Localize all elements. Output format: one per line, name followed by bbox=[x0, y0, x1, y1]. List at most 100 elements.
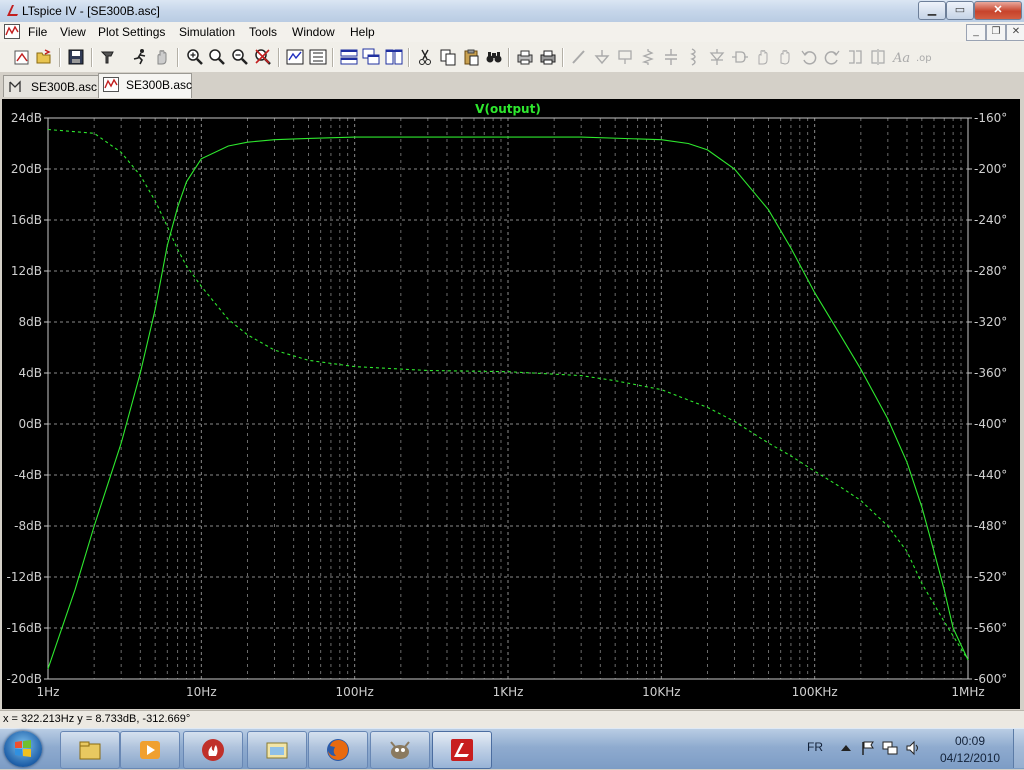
gimp-icon bbox=[390, 741, 410, 759]
clock-date[interactable]: 04/12/2010 bbox=[940, 751, 1000, 765]
open-icon[interactable] bbox=[35, 48, 53, 66]
menu-window[interactable]: Window bbox=[292, 25, 335, 39]
rotate-icon[interactable] bbox=[846, 48, 864, 66]
resistor-icon[interactable] bbox=[639, 48, 657, 66]
grid bbox=[47, 117, 968, 680]
x-tick-label: 1KHz bbox=[493, 685, 524, 699]
tab-waveform[interactable]: SE300B.asc bbox=[98, 73, 192, 98]
volume-icon[interactable] bbox=[905, 740, 921, 756]
zoom-in-icon[interactable] bbox=[186, 48, 204, 66]
taskbar-fire-app[interactable] bbox=[183, 731, 243, 769]
y-right-tick-label: -160° bbox=[974, 111, 1007, 125]
ltspice-logo-icon bbox=[7, 5, 18, 16]
menu-plot-settings[interactable]: Plot Settings bbox=[98, 25, 165, 39]
menu-simulation[interactable]: Simulation bbox=[179, 25, 235, 39]
y-right-tick-label: -200° bbox=[974, 162, 1007, 176]
clock-time[interactable]: 00:09 bbox=[955, 734, 985, 748]
y-left-tick-label: -20dB bbox=[7, 672, 42, 686]
mdi-close-button[interactable]: ✕ bbox=[1006, 24, 1024, 41]
y-left-tick-label: -16dB bbox=[7, 621, 42, 635]
mirror-icon[interactable] bbox=[869, 48, 887, 66]
mdi-minimize-button[interactable]: _ bbox=[966, 24, 986, 41]
cascade-icon[interactable] bbox=[362, 48, 380, 66]
control-panel-icon[interactable] bbox=[99, 48, 117, 66]
ground-icon[interactable] bbox=[593, 48, 611, 66]
paste-icon[interactable] bbox=[462, 48, 480, 66]
x-tick-label: 1Hz bbox=[37, 685, 60, 699]
cut-icon[interactable] bbox=[416, 48, 434, 66]
label-icon[interactable] bbox=[616, 48, 634, 66]
redo-icon[interactable] bbox=[823, 48, 841, 66]
window-minimize-button[interactable]: ▁ bbox=[918, 1, 946, 20]
action-center-flag-icon[interactable] bbox=[860, 740, 876, 756]
window-close-button[interactable]: ✕ bbox=[974, 1, 1022, 20]
start-button[interactable] bbox=[4, 731, 42, 767]
tab-schematic[interactable]: SE300B.asc bbox=[3, 75, 99, 97]
y-right-tick-label: -480° bbox=[974, 519, 1007, 533]
print-icon[interactable] bbox=[539, 48, 557, 66]
svg-text:.op: .op bbox=[916, 53, 932, 64]
control-panel-icon bbox=[266, 742, 288, 759]
spice-directive-icon[interactable]: .op bbox=[915, 48, 933, 66]
firefox-icon bbox=[327, 739, 349, 761]
taskbar-gimp[interactable] bbox=[370, 731, 430, 769]
x-tick-label: 10KHz bbox=[642, 685, 680, 699]
x-tick-label: 100KHz bbox=[792, 685, 838, 699]
svg-text:Aa: Aa bbox=[892, 51, 910, 66]
halt-icon[interactable] bbox=[153, 48, 171, 66]
taskbar-media-player[interactable] bbox=[120, 731, 180, 769]
save-icon[interactable] bbox=[67, 48, 85, 66]
capacitor-icon[interactable] bbox=[662, 48, 680, 66]
text-icon[interactable]: Aa bbox=[892, 48, 910, 66]
component-icon[interactable] bbox=[731, 48, 749, 66]
bode-plot[interactable]: 24dB 20dB 16dB 12dB 8dB 4dB 0dB -4dB -8dB -12dB -1… bbox=[2, 99, 1020, 709]
y-right-tick-label: -600° bbox=[974, 672, 1007, 686]
tab-schematic-label: SE300B.asc bbox=[31, 80, 98, 94]
undo-icon[interactable] bbox=[800, 48, 818, 66]
menu-view[interactable]: View bbox=[60, 25, 86, 39]
y-left-tick-label: 12dB bbox=[11, 264, 42, 278]
zoom-out-icon[interactable] bbox=[231, 48, 249, 66]
waveform-plot-pane[interactable]: 24dB 20dB 16dB 12dB 8dB 4dB 0dB -4dB -8dB -12dB -1… bbox=[2, 99, 1020, 709]
cursor-readout: x = 322.213Hz y = 8.733dB, -312.669° bbox=[3, 713, 191, 725]
y-left-tick-label: 8dB bbox=[19, 315, 42, 329]
show-hidden-icons-icon[interactable] bbox=[838, 740, 854, 756]
autorange-icon[interactable] bbox=[286, 48, 304, 66]
waveform-doc-icon[interactable] bbox=[4, 24, 20, 39]
y-right-tick-label: -440° bbox=[974, 468, 1007, 482]
new-schematic-icon[interactable] bbox=[13, 48, 31, 66]
run-icon[interactable] bbox=[131, 48, 149, 66]
menu-bar: File View Plot Settings Simulation Tools… bbox=[0, 22, 1024, 43]
zoom-cancel-icon[interactable] bbox=[254, 48, 272, 66]
show-desktop-button[interactable] bbox=[1013, 729, 1024, 768]
language-indicator[interactable]: FR bbox=[807, 740, 823, 754]
window-maximize-button[interactable]: ▭ bbox=[946, 1, 974, 20]
y-left-tick-label: -8dB bbox=[14, 519, 42, 533]
tile-horizontal-icon[interactable] bbox=[340, 48, 358, 66]
wire-icon[interactable] bbox=[570, 48, 588, 66]
explorer-icon bbox=[79, 741, 101, 760]
document-tab-bar: SE300B.asc SE300B.asc bbox=[0, 72, 1024, 98]
taskbar-control-panel[interactable] bbox=[247, 731, 307, 769]
drag-icon[interactable] bbox=[777, 48, 795, 66]
menu-tools[interactable]: Tools bbox=[249, 25, 277, 39]
move-icon[interactable] bbox=[754, 48, 772, 66]
toolbar: Aa .op bbox=[0, 42, 1024, 73]
taskbar-explorer[interactable] bbox=[60, 731, 120, 769]
trace-label-v-output[interactable]: V(output) bbox=[475, 102, 541, 116]
menu-file[interactable]: File bbox=[28, 25, 47, 39]
diode-icon[interactable] bbox=[708, 48, 726, 66]
tile-vertical-icon[interactable] bbox=[385, 48, 403, 66]
menu-help[interactable]: Help bbox=[350, 25, 375, 39]
network-icon[interactable] bbox=[882, 740, 898, 756]
y-left-tick-label: 20dB bbox=[11, 162, 42, 176]
print-preview-icon[interactable] bbox=[516, 48, 534, 66]
fit-icon[interactable] bbox=[309, 48, 327, 66]
inductor-icon[interactable] bbox=[685, 48, 703, 66]
taskbar-firefox[interactable] bbox=[308, 731, 368, 769]
taskbar-ltspice[interactable] bbox=[432, 731, 492, 769]
find-icon[interactable] bbox=[485, 48, 503, 66]
mdi-restore-button[interactable]: ❐ bbox=[986, 24, 1006, 41]
copy-icon[interactable] bbox=[439, 48, 457, 66]
zoom-pan-icon[interactable] bbox=[208, 48, 226, 66]
